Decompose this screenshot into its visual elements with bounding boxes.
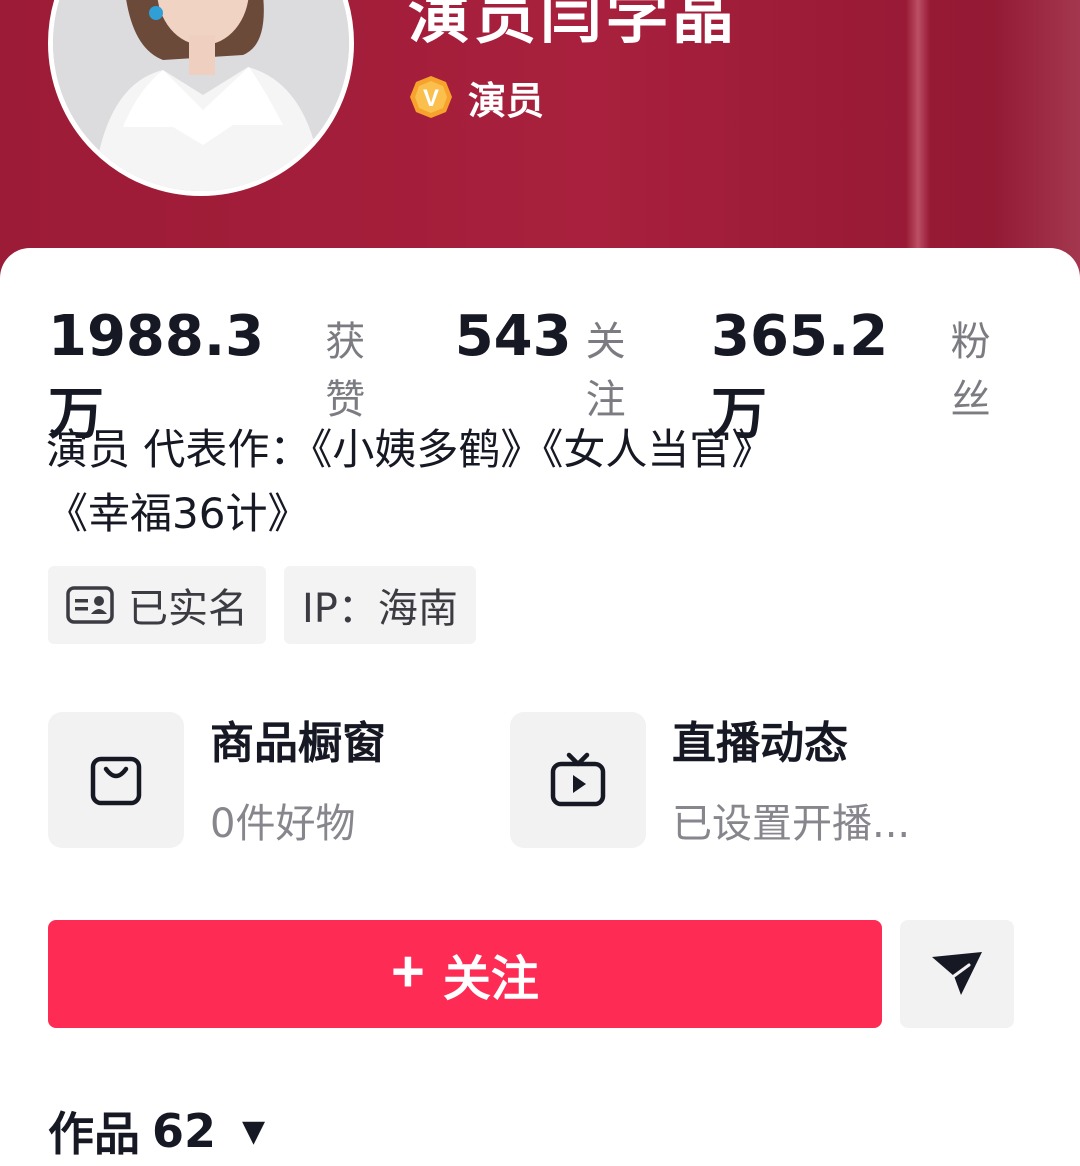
verify-label: 演员	[468, 78, 545, 123]
tv-play-icon	[550, 752, 606, 807]
stats-row: 1988.3万 获赞 543 关注 365.2万 粉丝	[48, 304, 1080, 447]
caret-down-icon: ▼	[242, 1113, 266, 1149]
works-tab[interactable]: 作品 62 ▼	[48, 1096, 265, 1166]
real-name-tag[interactable]: 已实名	[48, 566, 266, 644]
likes-label: 获赞	[325, 319, 366, 423]
bio-line-2: 《幸福36计》	[46, 489, 310, 538]
paper-plane-icon	[932, 952, 982, 995]
shop-window-title: 商品橱窗	[210, 718, 386, 769]
live-status-icon-box	[510, 712, 646, 848]
shop-window-subtitle: 0件好物	[210, 801, 356, 847]
tag-row: 已实名 IP：海南	[48, 566, 476, 644]
follow-label: 关注	[442, 953, 539, 1006]
profile-header: 演员闫学晶 V 演员	[0, 0, 1080, 280]
verified-badge-icon: V	[410, 76, 452, 118]
following-label: 关注	[585, 319, 626, 423]
ip-location-label: IP：海南	[302, 586, 458, 632]
profile-name: 演员闫学晶	[408, 0, 739, 52]
id-card-icon	[66, 586, 114, 624]
verification-row: V 演员	[408, 72, 545, 123]
live-status-title: 直播动态	[672, 718, 848, 769]
live-status-subtitle: 已设置开播...	[672, 801, 911, 847]
plus-icon: +	[391, 939, 425, 1004]
following-count: 543	[454, 304, 572, 369]
shopping-bag-icon	[90, 756, 142, 806]
bio: 演员 代表作：《小姨多鹤》《女人当官》 《幸福36计》	[46, 418, 1036, 546]
stat-following[interactable]: 543 关注	[455, 304, 659, 425]
header-decoration	[990, 0, 1080, 280]
avatar[interactable]	[48, 0, 354, 196]
works-tab-label: 作品	[48, 1107, 140, 1161]
real-name-label: 已实名	[128, 586, 248, 632]
svg-text:V: V	[423, 85, 439, 112]
shop-window-icon-box	[48, 712, 184, 848]
bio-line-1: 演员 代表作：《小姨多鹤》《女人当官》	[46, 425, 774, 474]
live-status-entry[interactable]: 直播动态 已设置开播...	[510, 712, 910, 854]
works-count: 62	[152, 1104, 217, 1158]
follow-button[interactable]: + 关注	[48, 920, 882, 1028]
followers-label: 粉丝	[950, 319, 991, 423]
message-button[interactable]	[900, 920, 1014, 1028]
shop-window-entry[interactable]: 商品橱窗 0件好物	[48, 712, 386, 854]
avatar-photo	[53, 0, 349, 191]
shop-window-text: 商品橱窗 0件好物	[210, 712, 386, 854]
header-decoration	[906, 0, 930, 280]
ip-location-tag: IP：海南	[284, 566, 476, 644]
live-status-text: 直播动态 已设置开播...	[672, 712, 910, 854]
profile-card: 1988.3万 获赞 543 关注 365.2万 粉丝 演员 代表作：《小姨多鹤…	[0, 248, 1080, 1161]
